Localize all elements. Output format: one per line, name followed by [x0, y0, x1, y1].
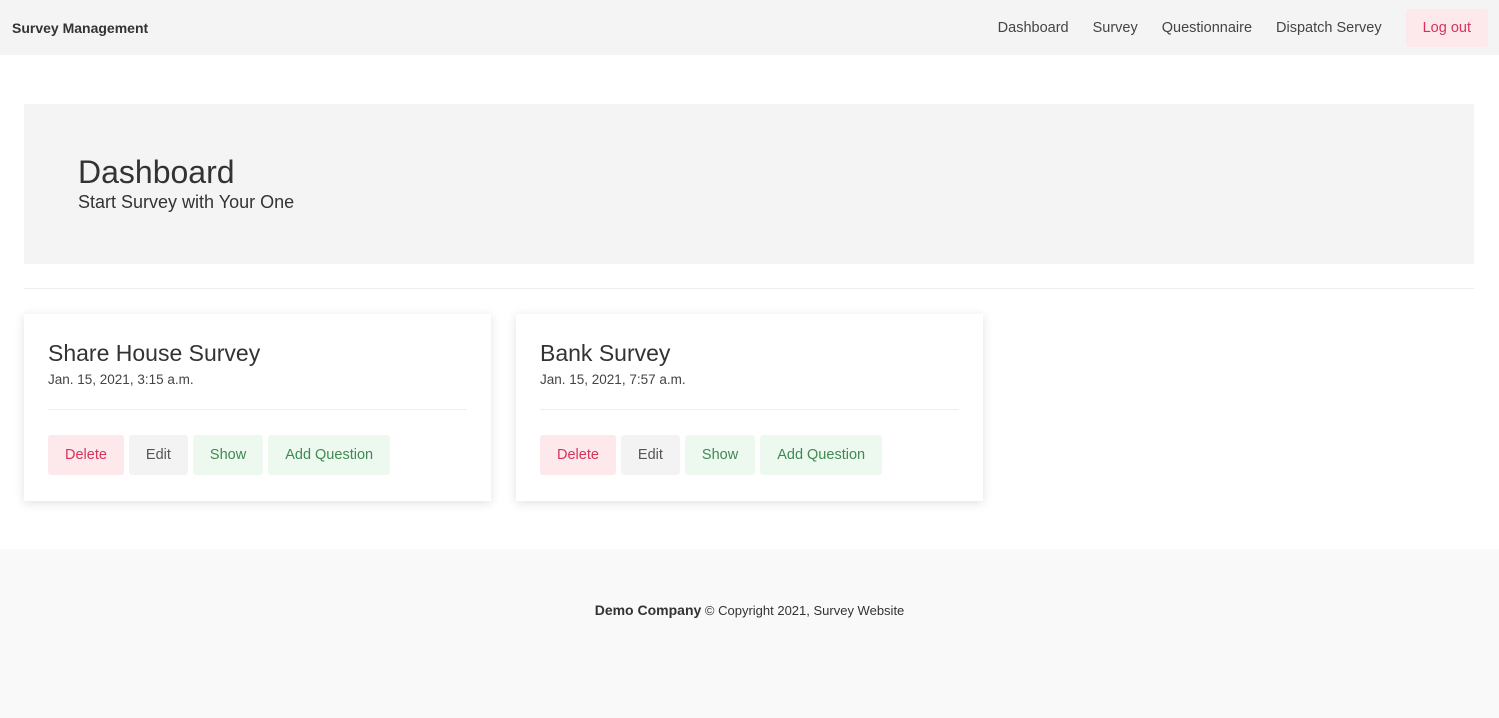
delete-button[interactable]: Delete	[48, 435, 124, 475]
navbar: Survey Management Dashboard Survey Quest…	[0, 0, 1499, 55]
divider	[24, 288, 1474, 289]
page-title: Dashboard	[78, 154, 235, 190]
divider	[48, 409, 467, 410]
show-button[interactable]: Show	[684, 435, 756, 475]
nav-questionnaire[interactable]: Questionnaire	[1162, 20, 1252, 36]
survey-card: Share House Survey Jan. 15, 2021, 3:15 a…	[24, 314, 491, 501]
logout-button[interactable]: Log out	[1405, 8, 1488, 47]
nav-survey[interactable]: Survey	[1093, 20, 1138, 36]
footer-company: Demo Company	[594, 602, 702, 618]
survey-date: Jan. 15, 2021, 7:57 a.m.	[540, 372, 686, 387]
edit-button[interactable]: Edit	[128, 435, 188, 475]
survey-date: Jan. 15, 2021, 3:15 a.m.	[48, 372, 194, 387]
footer-copyright: © Copyright 2021, Survey Website	[704, 603, 905, 618]
nav-links: Dashboard Survey Questionnaire Dispatch …	[974, 8, 1488, 47]
nav-dashboard[interactable]: Dashboard	[998, 20, 1069, 36]
delete-button[interactable]: Delete	[540, 435, 616, 475]
footer: Demo Company © Copyright 2021, Survey We…	[0, 549, 1499, 718]
edit-button[interactable]: Edit	[620, 435, 680, 475]
page-subtitle: Start Survey with Your One	[78, 192, 295, 212]
brand[interactable]: Survey Management	[12, 20, 148, 36]
nav-dispatch-survey[interactable]: Dispatch Servey	[1276, 20, 1382, 36]
show-button[interactable]: Show	[192, 435, 264, 475]
survey-title: Share House Survey	[48, 340, 261, 366]
add-question-button[interactable]: Add Question	[760, 435, 883, 475]
survey-card: Bank Survey Jan. 15, 2021, 7:57 a.m. Del…	[516, 314, 983, 501]
hero-banner: Dashboard Start Survey with Your One	[24, 104, 1474, 264]
survey-title: Bank Survey	[540, 340, 671, 366]
add-question-button[interactable]: Add Question	[268, 435, 391, 475]
divider	[540, 409, 959, 410]
